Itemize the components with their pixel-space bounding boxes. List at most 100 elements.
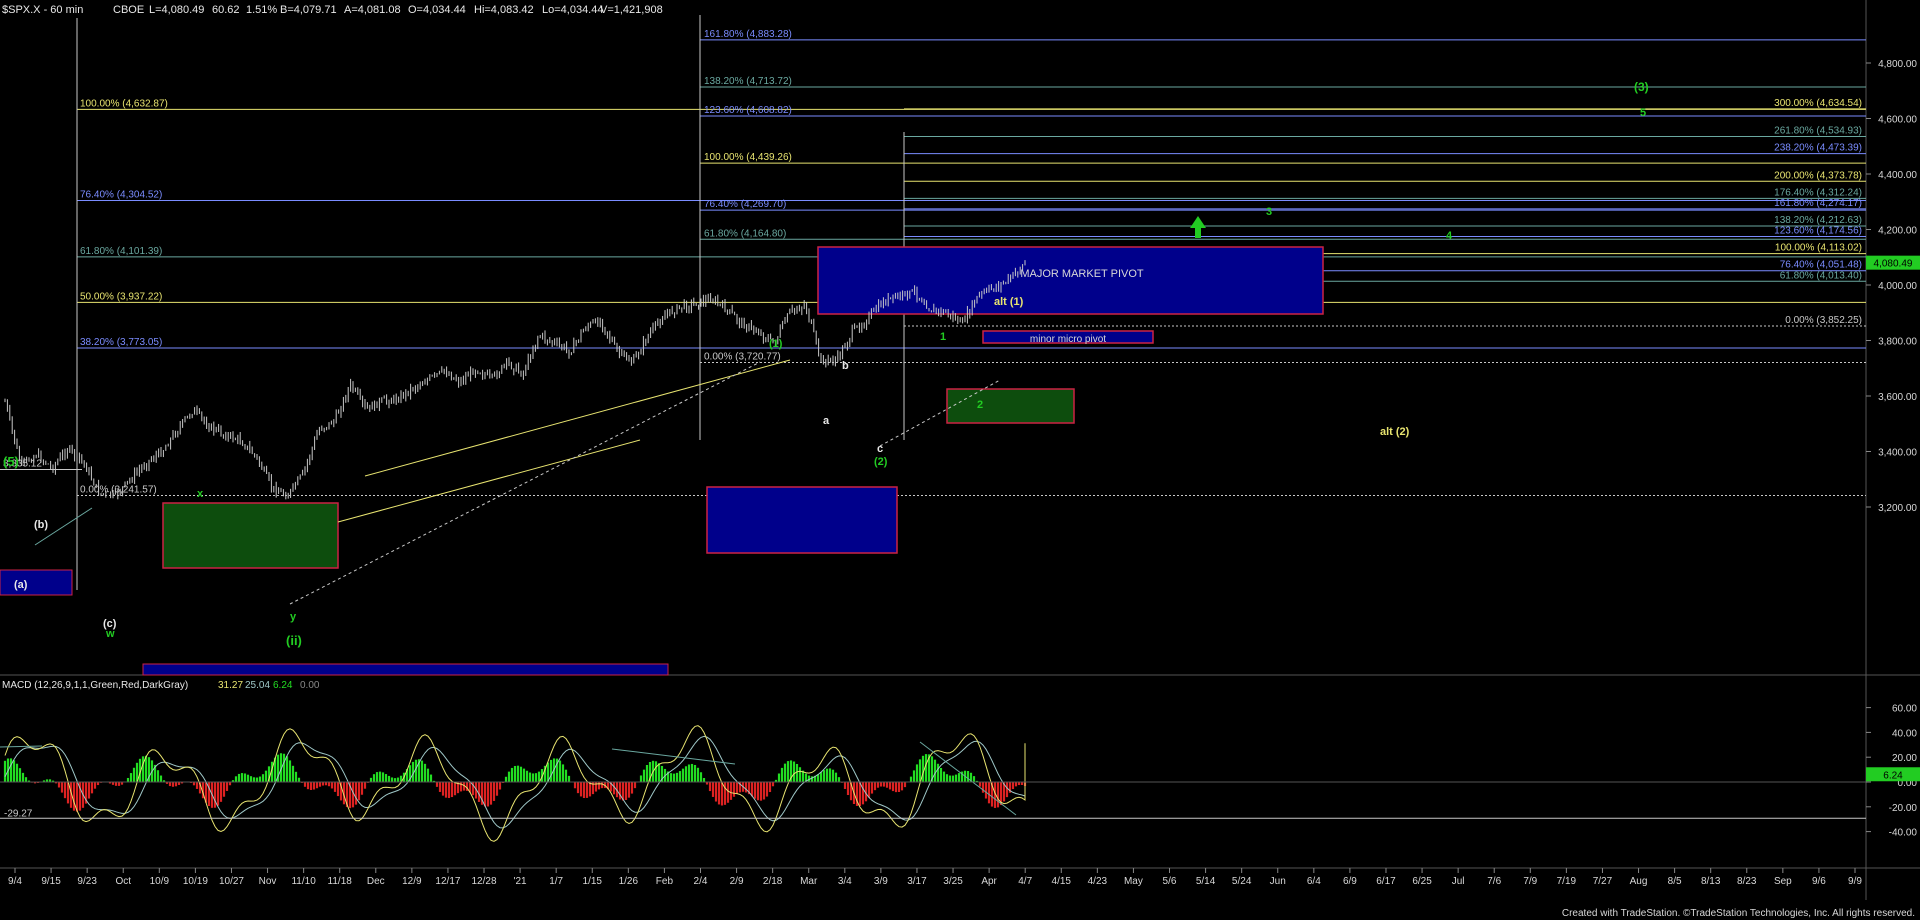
wave-1-paren-label: (1) [769, 338, 783, 350]
time-tick-label-28: 4/7 [1018, 876, 1032, 887]
time-tick-label-26: 3/25 [943, 876, 963, 887]
green-support-box [162, 502, 339, 569]
last-price-readout: L=4,080.49 [149, 4, 204, 16]
time-tick-label-9: 11/18 [328, 876, 353, 887]
macd-signal-value: 25.04 [245, 680, 270, 691]
time-tick-label-8: 11/10 [291, 876, 316, 887]
wave-a-label: a [823, 415, 830, 427]
time-tick-label-5: 10/19 [183, 876, 208, 887]
time-tick-label-19: 2/4 [694, 876, 708, 887]
fib-label-right-9: 76.40% (4,051.48) [1780, 260, 1862, 271]
price-tick-label-7: 3,400.00 [1878, 448, 1917, 459]
fib-label-left-3: 50.00% (3,937.22) [80, 291, 162, 302]
fib-label-right-7: 123.60% (4,174.56) [1774, 226, 1862, 237]
fib-label-mid-4: 76.40% (4,269.70) [704, 199, 786, 210]
time-tick-label-35: Jun [1270, 876, 1286, 887]
time-tick-label-3: Oct [115, 876, 131, 887]
price-tick-label-6: 3,600.00 [1878, 392, 1917, 403]
macd-tick-label-0: 60.00 [1892, 704, 1917, 715]
green-wave2-box [946, 388, 1075, 424]
wave-5-label: 5 [1640, 107, 1646, 119]
macd-title-label: MACD (12,26,9,1,1,Green,Red,DarkGray) [2, 680, 188, 691]
fib-label-mid-6: 0.00% (3,720.77) [704, 351, 781, 362]
wave-b-paren-label: (b) [34, 519, 48, 531]
time-tick-label-0: 9/4 [8, 876, 22, 887]
time-tick-label-1: 9/15 [41, 876, 61, 887]
time-tick-label-36: 6/4 [1307, 876, 1321, 887]
time-tick-label-49: Sep [1774, 876, 1792, 887]
alt-wave-2-label: alt (2) [1380, 426, 1410, 438]
chart-window: MAJOR MARKET PIVOT minor micro pivot 100… [0, 0, 1920, 920]
price-tick-label-2: 4,400.00 [1878, 170, 1917, 181]
macd-tick-label-4: -20.00 [1889, 803, 1918, 814]
last-price-marker-label: 4,080.49 [1874, 259, 1913, 270]
time-tick-label-46: 8/5 [1668, 876, 1682, 887]
time-tick-label-50: 9/6 [1812, 876, 1826, 887]
time-tick-label-4: 10/9 [150, 876, 170, 887]
wave-3-label: 3 [1266, 206, 1272, 218]
time-tick-label-24: 3/9 [874, 876, 888, 887]
time-tick-label-21: 2/18 [763, 876, 783, 887]
time-tick-label-33: 5/14 [1196, 876, 1216, 887]
wave-c-label: c [877, 443, 883, 455]
time-tick-label-23: 3/4 [838, 876, 852, 887]
fib-label-mid-5: 61.80% (4,164.80) [704, 228, 786, 239]
time-tick-label-18: Feb [656, 876, 674, 887]
wave-x-label: x [197, 488, 204, 500]
time-tick-label-17: 1/26 [619, 876, 639, 887]
wave-b-label: b [842, 360, 849, 372]
wave-ii-label: (ii) [286, 633, 302, 648]
fib-label-mid-2: 123.60% (4,608.82) [704, 105, 792, 116]
time-tick-label-32: 5/6 [1163, 876, 1177, 887]
wave-2-paren-label: (2) [874, 456, 888, 468]
macd-marker-label: -29.27 [4, 808, 33, 819]
time-tick-label-30: 4/23 [1088, 876, 1108, 887]
time-tick-label-34: 5/24 [1232, 876, 1252, 887]
time-tick-label-43: 7/19 [1557, 876, 1577, 887]
macd-tick-label-1: 40.00 [1892, 728, 1917, 739]
time-tick-label-39: 6/25 [1412, 876, 1432, 887]
bottom-blue-box [142, 663, 669, 676]
fib-label-left-1: 76.40% (4,304.52) [80, 189, 162, 200]
macd-histogram-value: 6.24 [273, 680, 293, 691]
lower-blue-box [706, 486, 898, 554]
major-pivot-box [817, 246, 1324, 315]
open-readout: O=4,034.44 [408, 4, 466, 16]
time-tick-label-10: Dec [367, 876, 385, 887]
price-chart: MAJOR MARKET PIVOT minor micro pivot 100… [0, 0, 1920, 920]
micro-pivot-label: minor micro pivot [1030, 334, 1106, 345]
price-tick-label-3: 4,200.00 [1878, 226, 1917, 237]
price-tick-label-1: 4,600.00 [1878, 115, 1917, 126]
time-tick-label-41: 7/6 [1487, 876, 1501, 887]
time-tick-label-29: 4/15 [1052, 876, 1072, 887]
high-readout: Hi=4,083.42 [474, 4, 534, 16]
fib-label-mid-3: 100.00% (4,439.26) [704, 152, 792, 163]
ask-readout: A=4,081.08 [344, 4, 401, 16]
fib-label-mid-0: 161.80% (4,883.28) [704, 29, 792, 40]
time-tick-label-40: Jul [1452, 876, 1465, 887]
fib-label-left-4: 38.20% (3,773.05) [80, 337, 162, 348]
footer-credit: Created with TradeStation. ©TradeStation… [1562, 908, 1915, 919]
macd-zero-value: 0.00 [300, 680, 320, 691]
price-tick-label-4: 4,000.00 [1878, 281, 1917, 292]
time-tick-label-31: May [1124, 876, 1143, 887]
time-tick-label-22: Mar [800, 876, 818, 887]
time-tick-label-51: 9/9 [1848, 876, 1862, 887]
time-tick-label-14: '21 [514, 876, 527, 887]
time-tick-label-48: 8/23 [1737, 876, 1757, 887]
wave-3-paren-label: (3) [1634, 80, 1649, 94]
fib-label-right-2: 238.20% (4,473.39) [1774, 143, 1862, 154]
time-tick-label-2: 9/23 [77, 876, 97, 887]
time-tick-label-6: 10/27 [219, 876, 244, 887]
time-tick-label-15: 1/7 [549, 876, 563, 887]
bid-readout: B=4,079.71 [280, 4, 337, 16]
macd-last-marker-label: 6.24 [1883, 770, 1903, 781]
fib-label-left-2: 61.80% (4,101.39) [80, 246, 162, 257]
time-tick-label-37: 6/9 [1343, 876, 1357, 887]
time-tick-label-27: Apr [981, 876, 997, 887]
macd-tick-label-2: 20.00 [1892, 753, 1917, 764]
fib-label-right-1: 261.80% (4,534.93) [1774, 126, 1862, 137]
fib-label-right-10: 61.80% (4,013.40) [1780, 270, 1862, 281]
exchange-label: CBOE [113, 4, 144, 16]
time-tick-label-42: 7/9 [1523, 876, 1537, 887]
